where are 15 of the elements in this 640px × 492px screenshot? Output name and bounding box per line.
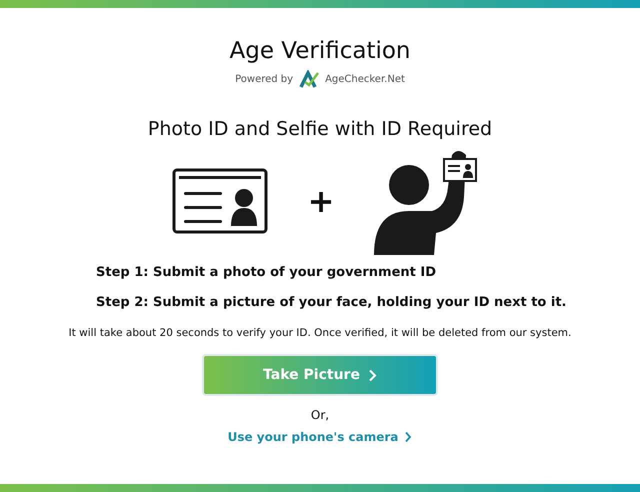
step-text: Step 2: Submit a picture of your face, holding your ID next to it. — [96, 294, 566, 312]
take-picture-button[interactable]: Take Picture — [202, 354, 438, 396]
plus-sign: + — [308, 182, 334, 220]
requirement-heading: Photo ID and Selfie with ID Required — [148, 117, 492, 142]
brand-logo-icon — [299, 70, 320, 88]
or-text: Or, — [310, 408, 330, 422]
chevron-right-icon — [368, 368, 377, 382]
phone-camera-link[interactable]: Use your phone's camera — [228, 430, 412, 444]
step-text: Step 1: Submit a photo of your government ID — [96, 264, 438, 282]
info-text: It will take about 20 seconds to verify your ID. Once verified, it will be deleted from our system. — [68, 326, 572, 340]
page-title: Age Verification — [229, 37, 411, 66]
powered-by-text: Powered by — [235, 74, 294, 84]
chevron-right-icon — [404, 431, 412, 443]
id-card-icon — [172, 168, 268, 234]
brand-name: AgeChecker.Net — [325, 74, 405, 84]
